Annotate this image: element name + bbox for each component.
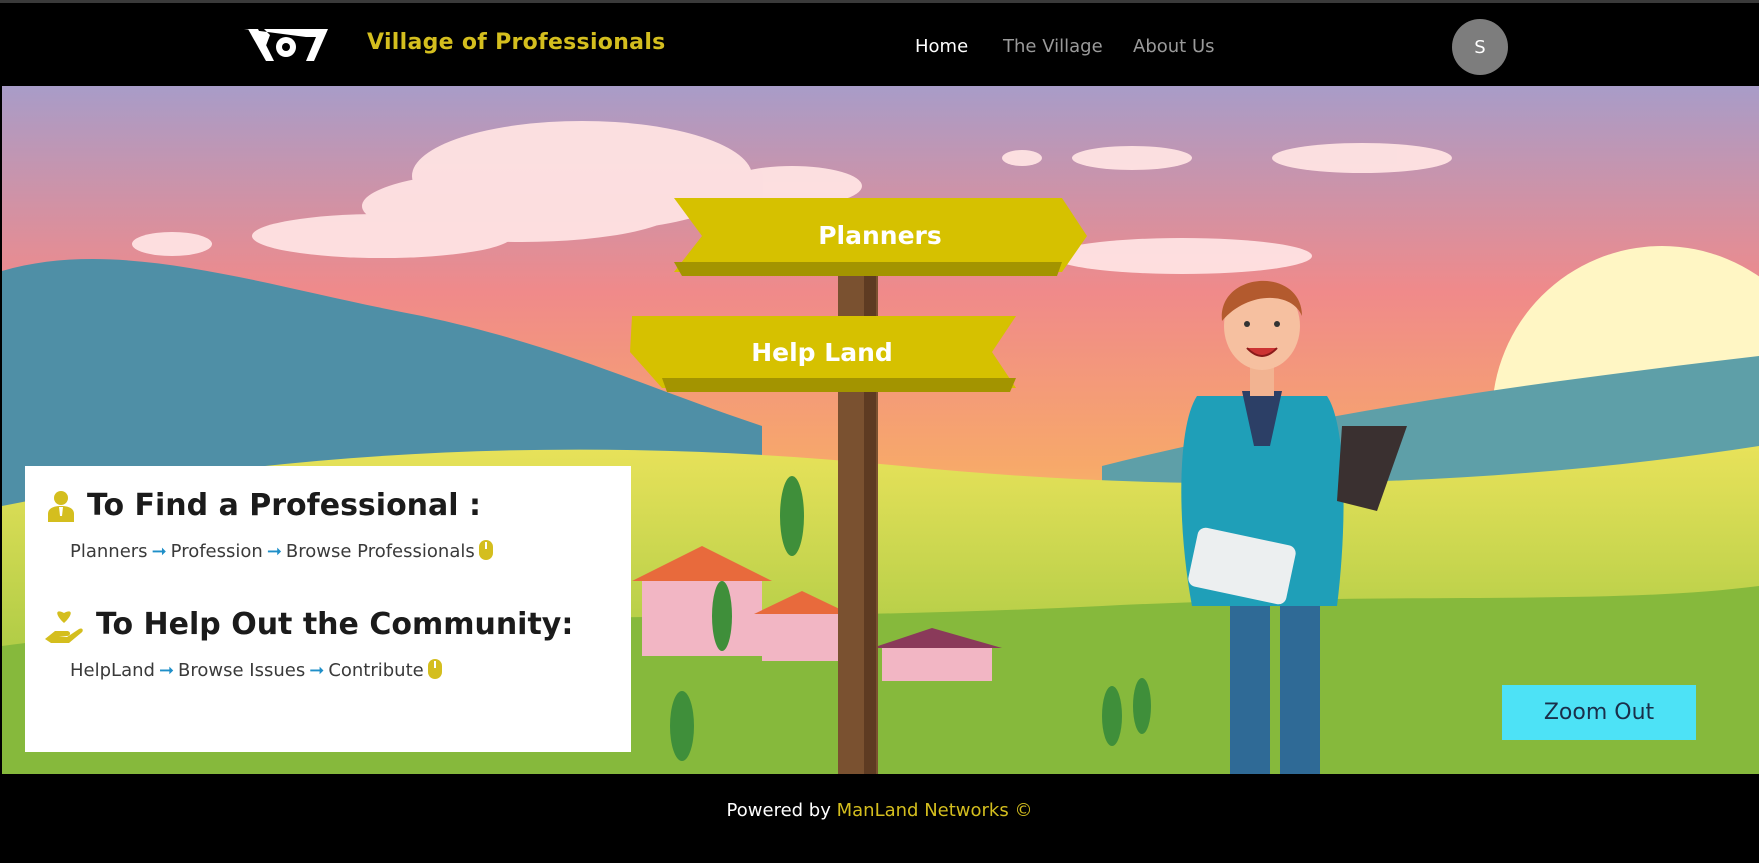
zoom-out-button[interactable]: Zoom Out bbox=[1502, 685, 1696, 740]
mouse-icon bbox=[478, 540, 493, 560]
arrow-right-icon: ➞ bbox=[158, 660, 175, 681]
company-link[interactable]: ManLand Networks © bbox=[837, 800, 1033, 821]
find-professional-title: To Find a Professional : bbox=[87, 488, 481, 523]
user-avatar[interactable]: S bbox=[1452, 19, 1508, 75]
vop-logo-icon[interactable] bbox=[244, 25, 328, 65]
footer-prefix: Powered by bbox=[726, 800, 837, 821]
find-professional-steps: Planners ➞ Profession ➞ Browse Professionals bbox=[70, 540, 493, 562]
step-browse-professionals[interactable]: Browse Professionals bbox=[286, 541, 475, 562]
step-contribute[interactable]: Contribute bbox=[328, 660, 423, 681]
brand-title[interactable]: Village of Professionals bbox=[367, 30, 666, 55]
arrow-right-icon: ➞ bbox=[309, 660, 325, 681]
nav-about-us[interactable]: About Us bbox=[1133, 36, 1215, 57]
footer-text: Powered by ManLand Networks © bbox=[0, 800, 1759, 821]
step-profession[interactable]: Profession bbox=[171, 541, 263, 562]
arrow-right-icon: ➞ bbox=[151, 541, 167, 562]
step-helpland[interactable]: HelpLand bbox=[70, 660, 155, 681]
hero-scene: Planners Help Land To Find a Professiona… bbox=[2, 86, 1759, 774]
helping-hand-icon bbox=[45, 611, 83, 643]
nav-the-village[interactable]: The Village bbox=[1003, 36, 1103, 57]
professional-icon bbox=[48, 491, 74, 522]
info-panel: To Find a Professional : Planners ➞ Profes… bbox=[25, 466, 631, 752]
navbar: Village of Professionals Home The Villag… bbox=[0, 3, 1759, 85]
step-planners[interactable]: Planners bbox=[70, 541, 148, 562]
mouse-icon bbox=[427, 659, 442, 679]
sign-help-land-label[interactable]: Help Land bbox=[751, 338, 893, 367]
help-community-title: To Help Out the Community: bbox=[96, 607, 574, 642]
help-community-steps: HelpLand ➞ Browse Issues ➞ Contribute bbox=[70, 659, 442, 681]
arrow-right-icon: ➞ bbox=[266, 541, 282, 562]
sign-planners-label[interactable]: Planners bbox=[818, 221, 942, 250]
nav-home[interactable]: Home bbox=[915, 36, 968, 57]
footer: Powered by ManLand Networks © bbox=[0, 776, 1759, 863]
step-browse-issues[interactable]: Browse Issues bbox=[178, 660, 305, 681]
